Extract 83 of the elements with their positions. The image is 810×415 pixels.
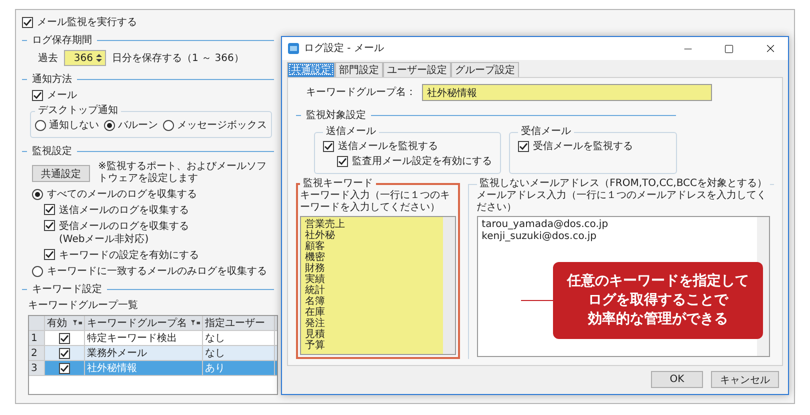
list-title: キーワードグループ一覧: [28, 299, 138, 312]
checkbox-label: メール: [47, 89, 77, 102]
field-label: キーワードグループ名：: [306, 86, 416, 99]
radio-button[interactable]: [32, 189, 43, 200]
checkbox[interactable]: [518, 141, 529, 152]
callout-line: ログを取得することで: [588, 291, 728, 310]
common-settings-button[interactable]: 共通設定: [32, 164, 90, 182]
cancel-button[interactable]: キャンセル: [711, 371, 779, 388]
app-icon: [288, 43, 299, 54]
radio-label: 通知しない: [49, 119, 99, 132]
filter-icon[interactable]: [191, 320, 200, 326]
days-spinner[interactable]: 366: [64, 50, 106, 66]
field-label: 過去: [38, 52, 58, 64]
table-row[interactable]: 3 社外秘情報 あり: [29, 361, 277, 376]
radio-label: すべてのメールのログを収集する: [47, 188, 197, 201]
table-cell: 特定キーワード検出: [85, 331, 203, 345]
keyword-field[interactable]: 営業売上 社外秘 顧客 機密 財務 実績 統計 名簿 在庫 発注 見積 予算: [300, 216, 456, 355]
radio-button[interactable]: [32, 266, 43, 277]
checkbox[interactable]: [323, 141, 334, 152]
tab[interactable]: 部門設定: [335, 62, 383, 77]
column-header[interactable]: 有効: [45, 316, 85, 330]
column-header[interactable]: 指定ユーザー: [203, 316, 275, 330]
table-row[interactable]: 2 業務外メール なし: [29, 346, 277, 361]
radio-label: キーワードに一致するメールのみログを収集する: [47, 265, 267, 278]
checkbox[interactable]: [59, 362, 70, 374]
window-title: ログ設定 - メール: [304, 42, 385, 55]
ok-button[interactable]: OK: [651, 371, 703, 388]
group-title: 監視しないメールアドレス（FROM,TO,CC,BCCを対象とする）: [478, 178, 768, 190]
checkbox[interactable]: [59, 348, 70, 358]
group-title: 監視キーワード: [302, 178, 374, 190]
hint-text: ※監視するポート、およびメールソフトウェアを設定します: [98, 161, 268, 185]
scrollbar[interactable]: [442, 217, 455, 354]
checkbox-label: キーワードの設定を有効にする: [59, 249, 199, 262]
section-title: 監視設定: [32, 145, 72, 158]
radio-label: バルーン: [118, 119, 158, 132]
table-cell: なし: [203, 331, 275, 345]
checkbox[interactable]: [337, 156, 348, 167]
checkbox[interactable]: [44, 249, 55, 260]
spin-icon[interactable]: [95, 52, 103, 64]
tab[interactable]: ユーザー設定: [383, 62, 451, 77]
column-header[interactable]: キーワードグループ名: [85, 316, 203, 330]
keyword-list: 営業売上 社外秘 顧客 機密 財務 実績 統計 名簿 在庫 発注 見積 予算: [305, 219, 439, 351]
radio-button[interactable]: [163, 120, 174, 131]
group-name-field[interactable]: 社外秘情報: [422, 84, 712, 101]
tab[interactable]: 共通設定: [287, 62, 335, 77]
maximize-icon: [724, 44, 734, 54]
field-label: 日分を保存する（1 ～ 366）: [112, 52, 244, 64]
row-number: 1: [29, 331, 45, 345]
section-title: ログ保存期間: [32, 34, 92, 47]
section-title: キーワード設定: [32, 283, 102, 296]
radio-button[interactable]: [104, 120, 115, 131]
table-cell: なし: [203, 346, 275, 360]
tab[interactable]: グループ設定: [451, 62, 519, 77]
callout-line: 効率的な管理ができる: [588, 310, 728, 329]
table-cell: あり: [203, 361, 275, 375]
table-cell: 業務外メール: [85, 346, 203, 360]
checkbox-label: 送信メールのログを収集する: [59, 204, 189, 217]
hint-text: キーワード入力（一行に１つのキーワードを入力してください）: [300, 190, 451, 214]
radio-button[interactable]: [35, 120, 46, 131]
group-title: 受信メール: [520, 126, 572, 138]
table-cell: 社外秘情報: [85, 361, 203, 375]
checkbox-label: 受信メールを監視する: [533, 140, 633, 153]
checkbox[interactable]: [22, 17, 33, 28]
checkbox[interactable]: [32, 90, 43, 101]
row-number: 2: [29, 346, 45, 360]
table-row[interactable]: 1 特定キーワード検出 なし: [29, 331, 277, 346]
checkbox[interactable]: [44, 204, 55, 215]
section-title: 監視対象設定: [306, 109, 366, 122]
checkbox[interactable]: [59, 332, 70, 344]
checkbox-label: 受信メールのログを収集する (Webメール非対応): [59, 220, 189, 246]
hint-text: メールアドレス入力（一行に１つのメールアドレスを入力してください）: [476, 190, 768, 214]
checkbox-label: 送信メールを監視する: [338, 140, 438, 153]
radio-label: メッセージボックス: [177, 119, 267, 132]
group-title: 送信メール: [325, 126, 377, 138]
section-title: 通知方法: [32, 73, 72, 86]
group-title: デスクトップ通知: [37, 105, 119, 117]
checkbox-label: メール監視を実行する: [37, 16, 137, 29]
checkbox-label: 監査用メール設定を有効にする: [352, 155, 492, 168]
row-number: 3: [29, 361, 45, 375]
checkbox[interactable]: [44, 220, 55, 231]
filter-icon[interactable]: [73, 320, 82, 326]
address-list: tarou_yamada@dos.co.jp kenji_suzuki@dos.co.jp: [482, 219, 753, 243]
callout-line: 任意のキーワードを指定して: [567, 272, 749, 291]
